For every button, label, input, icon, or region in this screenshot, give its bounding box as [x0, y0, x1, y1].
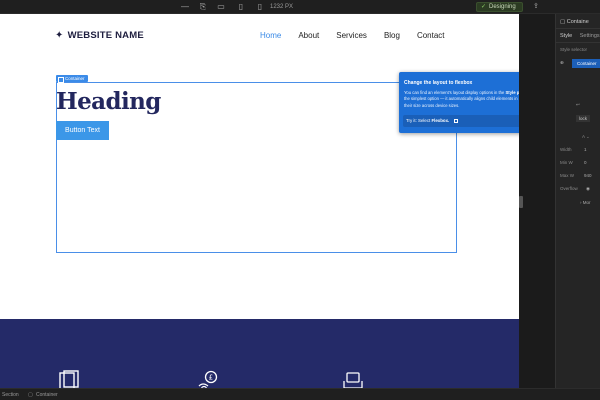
- logo-star-icon: ✦: [55, 30, 64, 41]
- mode-icon: ↩: [576, 102, 580, 107]
- logo-text: WEBSITE NAME: [67, 30, 144, 41]
- panel-divider: [555, 42, 600, 43]
- design-canvas[interactable]: ✦ WEBSITE NAME Home About Services Blog …: [0, 14, 519, 388]
- container-icon: ▢: [28, 392, 33, 398]
- desktop-icon[interactable]: ▭: [216, 2, 226, 12]
- style-panel: ▢ Containe Style Settings Style selector…: [555, 14, 600, 388]
- style-selector-label: Style selector: [560, 47, 588, 52]
- max-width-value[interactable]: 940: [584, 173, 592, 178]
- nav-link-contact[interactable]: Contact: [417, 31, 445, 40]
- position-text-icon: A ⌄: [582, 134, 590, 139]
- mode-selector[interactable]: Designing: [476, 2, 523, 12]
- max-width-label: Max W: [560, 173, 574, 178]
- resize-handle[interactable]: [519, 196, 523, 208]
- panel-tabs: Style Settings: [560, 33, 600, 39]
- copy-document-icon: [59, 370, 79, 388]
- overflow-visible-icon[interactable]: ◉: [586, 186, 590, 192]
- mobile-icon[interactable]: ▯: [255, 2, 265, 12]
- breadcrumb-section[interactable]: Section: [2, 392, 19, 398]
- breakpoint-icon[interactable]: ⎘: [198, 2, 208, 12]
- breadcrumb-bar: Section ▢ Container: [0, 388, 600, 400]
- share-icon[interactable]: ⇪: [533, 3, 543, 11]
- svg-text:£: £: [209, 374, 213, 382]
- canvas-gutter: [519, 14, 555, 388]
- nav-link-home[interactable]: Home: [260, 31, 281, 40]
- selector-add-icon[interactable]: ⊕: [560, 60, 564, 66]
- canvas-width-readout: 1232 PX: [270, 4, 294, 10]
- display-block-option[interactable]: lock: [576, 115, 591, 122]
- more-options-button[interactable]: › Mor: [580, 200, 591, 205]
- site-nav: Home About Services Blog Contact: [260, 31, 462, 40]
- panel-divider: [555, 28, 600, 29]
- min-width-label: Min W: [560, 160, 573, 165]
- site-logo[interactable]: ✦ WEBSITE NAME: [55, 30, 144, 41]
- min-width-value[interactable]: 0: [584, 160, 587, 165]
- container-label-badge[interactable]: Container: [56, 75, 88, 83]
- tab-style[interactable]: Style: [560, 33, 572, 39]
- width-value[interactable]: 1: [584, 147, 587, 152]
- armchair-icon: [343, 372, 363, 388]
- breadcrumb-container[interactable]: Container: [36, 392, 58, 398]
- nav-link-about[interactable]: About: [298, 31, 319, 40]
- top-toolbar: — ⎘ ▭ ▯ ▯ 1232 PX Designing ⇪: [0, 0, 600, 14]
- cta-button[interactable]: Button Text: [56, 121, 109, 140]
- pound-currency-icon: £: [198, 370, 218, 388]
- overflow-label: Overflow: [560, 186, 578, 191]
- class-chip-container[interactable]: Container: [572, 59, 600, 68]
- width-label: Width: [560, 147, 572, 152]
- tooltip-title: Change the layout to flexbox: [404, 80, 473, 86]
- page-heading[interactable]: Heading: [56, 88, 161, 115]
- tablet-icon[interactable]: ▯: [236, 2, 246, 12]
- nav-link-blog[interactable]: Blog: [384, 31, 400, 40]
- nav-link-services[interactable]: Services: [336, 31, 367, 40]
- panel-element-name: ▢ Containe: [560, 19, 589, 25]
- layout-icon: [453, 118, 458, 123]
- minus-icon[interactable]: —: [180, 2, 190, 12]
- tab-settings[interactable]: Settings: [580, 33, 600, 39]
